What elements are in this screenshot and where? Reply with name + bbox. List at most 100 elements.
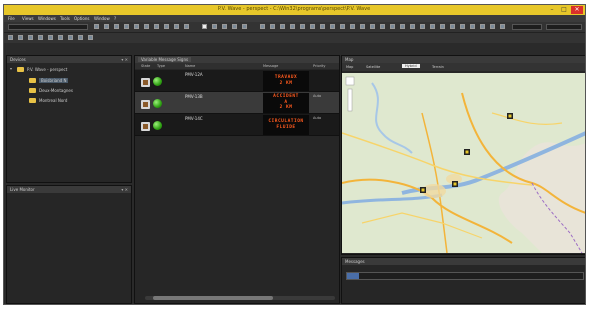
tool-icon[interactable] — [500, 24, 505, 29]
layer-combo[interactable] — [546, 24, 582, 30]
tool-icon[interactable] — [68, 35, 73, 40]
tool-icon[interactable] — [164, 24, 169, 29]
tool-icon[interactable] — [154, 24, 159, 29]
tool-icon[interactable] — [400, 24, 405, 29]
column-message[interactable]: Message — [263, 64, 278, 68]
tab-satellite[interactable]: Satellite — [366, 65, 380, 69]
column-name[interactable]: Name — [185, 64, 195, 68]
menu-options[interactable]: Options — [74, 16, 89, 21]
tool-icon[interactable] — [174, 24, 179, 29]
tool-icon[interactable] — [184, 24, 189, 29]
tree-item-boisbriand[interactable]: Boisbriand N — [39, 78, 69, 83]
map-view[interactable] — [342, 73, 585, 253]
menu-bar: File Views Windows Tools Options Window … — [4, 15, 585, 22]
tool-icon[interactable] — [270, 24, 275, 29]
minimize-button[interactable]: – — [547, 6, 557, 14]
tool-icon[interactable] — [410, 24, 415, 29]
tab-map[interactable]: Map — [346, 65, 353, 69]
menu-help[interactable]: ? — [114, 16, 116, 21]
tool-icon[interactable] — [380, 24, 385, 29]
tool-icon[interactable] — [470, 24, 475, 29]
message-field[interactable] — [346, 272, 584, 280]
tool-icon[interactable] — [460, 24, 465, 29]
panel-tab[interactable]: Variable Message Signs — [138, 57, 192, 62]
tool-icon[interactable] — [260, 24, 265, 29]
tool-icon[interactable] — [8, 35, 13, 40]
tool-icon[interactable] — [94, 24, 99, 29]
tool-icon[interactable] — [212, 24, 217, 29]
table-row[interactable]: PMV-14C CIRCULATION FLUIDE Auto — [135, 114, 339, 136]
tab-hybrid[interactable]: Hybrid — [402, 64, 420, 68]
panel-header: Devices ▾ ✕ — [7, 56, 131, 63]
column-state[interactable]: State — [141, 64, 150, 68]
sign-marker[interactable] — [507, 113, 513, 119]
tool-icon[interactable] — [144, 24, 149, 29]
panel-close-icon[interactable]: ▾ ✕ — [121, 57, 128, 62]
tool-icon[interactable] — [114, 24, 119, 29]
tool-icon[interactable] — [78, 35, 83, 40]
signs-grid-panel: Variable Message Signs State Type Name M… — [134, 55, 340, 304]
row-priority: Auto — [313, 116, 322, 120]
tool-icon[interactable] — [450, 24, 455, 29]
menu-window[interactable]: Window — [94, 16, 110, 21]
tool-icon[interactable] — [490, 24, 495, 29]
horizontal-scrollbar[interactable] — [145, 296, 335, 300]
tool-icon[interactable] — [242, 24, 247, 29]
zoom-combo[interactable] — [512, 24, 542, 30]
tool-icon[interactable] — [104, 24, 109, 29]
sign-message-display: ACCIDENT A 2 KM — [263, 93, 309, 113]
tool-icon[interactable] — [38, 35, 43, 40]
expand-icon[interactable]: ▾ — [10, 66, 12, 71]
column-priority[interactable]: Priority — [313, 64, 325, 68]
sign-marker[interactable] — [420, 187, 426, 193]
tree-root[interactable]: ▾ — [10, 66, 12, 71]
tool-icon[interactable] — [134, 24, 139, 29]
tool-icon[interactable] — [390, 24, 395, 29]
menu-views[interactable]: Views — [22, 16, 34, 21]
tool-icon[interactable] — [300, 24, 305, 29]
tab-terrain[interactable]: Terrain — [432, 65, 444, 69]
tree-item-deux-montagnes[interactable]: Deux-Montagnes — [39, 88, 73, 93]
menu-file[interactable]: File — [8, 16, 15, 21]
close-button[interactable]: ✕ — [571, 6, 583, 14]
tool-icon[interactable] — [48, 35, 53, 40]
tool-icon[interactable] — [88, 35, 93, 40]
tool-icon[interactable] — [320, 24, 325, 29]
tool-icon[interactable] — [420, 24, 425, 29]
tool-icon[interactable] — [370, 24, 375, 29]
menu-windows[interactable]: Windows — [38, 16, 56, 21]
status-ok-icon — [153, 77, 162, 86]
tool-icon[interactable] — [360, 24, 365, 29]
tool-icon[interactable] — [232, 24, 237, 29]
tool-icon[interactable] — [480, 24, 485, 29]
tool-icon[interactable] — [222, 24, 227, 29]
panel-close-icon[interactable]: ▾ ✕ — [121, 187, 128, 192]
table-row[interactable]: PMV-13B ACCIDENT A 2 KM Auto — [135, 92, 339, 114]
tool-icon[interactable] — [350, 24, 355, 29]
tool-icon[interactable] — [340, 24, 345, 29]
tool-icon[interactable] — [290, 24, 295, 29]
tool-icon[interactable] — [430, 24, 435, 29]
document-icon[interactable] — [202, 24, 207, 29]
menu-tools[interactable]: Tools — [60, 16, 70, 21]
tree-root-label[interactable]: P.V. Wave - perspect — [27, 67, 67, 72]
tool-icon[interactable] — [124, 24, 129, 29]
sign-marker[interactable] — [452, 181, 458, 187]
tool-icon[interactable] — [18, 35, 23, 40]
tool-icon[interactable] — [310, 24, 315, 29]
maximize-button[interactable]: □ — [559, 6, 569, 14]
tool-icon[interactable] — [440, 24, 445, 29]
sign-message-text: ACCIDENT A 2 KM — [273, 94, 299, 110]
sign-marker[interactable] — [464, 149, 470, 155]
sign-device-icon — [141, 122, 150, 131]
tool-icon[interactable] — [280, 24, 285, 29]
tool-icon[interactable] — [58, 35, 63, 40]
table-row[interactable]: PMV-12A TRAVAUX 2 KM — [135, 70, 339, 92]
panel-header: Live Monitor ▾ ✕ — [7, 186, 131, 193]
source-combo[interactable] — [8, 24, 88, 30]
column-type[interactable]: Type — [157, 64, 165, 68]
tool-icon[interactable] — [330, 24, 335, 29]
tool-icon[interactable] — [28, 35, 33, 40]
tree-item-montreal-nord[interactable]: Montreal Nord — [39, 98, 67, 103]
scrollbar-thumb[interactable] — [153, 296, 273, 300]
